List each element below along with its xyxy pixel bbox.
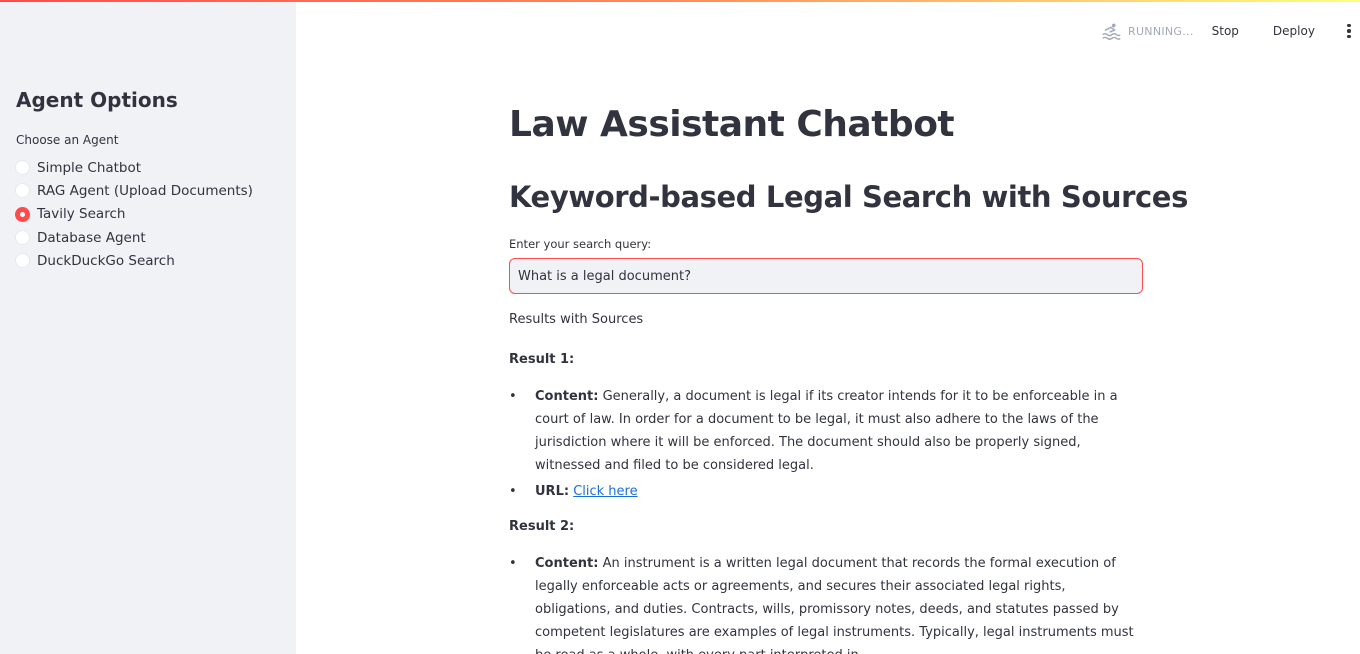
result-title: Result 1:: [509, 352, 575, 367]
result-url: URL: Click here: [509, 480, 1143, 503]
radio-label: DuckDuckGo Search: [37, 252, 175, 269]
radio-button[interactable]: [15, 183, 30, 199]
agent-radio-label: Choose an Agent: [16, 133, 119, 147]
result-details: Content: An instrument is a written lega…: [509, 552, 1143, 654]
agent-radio-group: Simple Chatbot RAG Agent (Upload Documen…: [15, 156, 253, 272]
top-status-bar: [0, 0, 1360, 2]
url-label: URL:: [535, 484, 570, 499]
stop-button[interactable]: Stop: [1210, 20, 1241, 42]
content-label: Content:: [535, 556, 599, 571]
app-header: RUNNING... Stop Deploy: [1100, 18, 1357, 44]
vertical-dots-icon[interactable]: [1341, 21, 1357, 41]
result-title: Result 2:: [509, 519, 575, 534]
radio-label: Simple Chatbot: [37, 159, 142, 176]
radio-button[interactable]: [15, 230, 30, 246]
radio-button[interactable]: [15, 160, 30, 176]
running-status: RUNNING...: [1128, 24, 1194, 38]
radio-button-selected[interactable]: [15, 206, 30, 222]
sidebar-title: Agent Options: [16, 88, 178, 112]
result-details: Content: Generally, a document is legal …: [509, 385, 1143, 503]
radio-option-tavily-search[interactable]: Tavily Search: [15, 203, 253, 226]
radio-button[interactable]: [15, 253, 30, 269]
radio-option-database-agent[interactable]: Database Agent: [15, 226, 253, 249]
search-input-label: Enter your search query:: [509, 237, 652, 251]
sidebar: Agent Options Choose an Agent Simple Cha…: [0, 0, 296, 654]
content-label: Content:: [535, 389, 599, 404]
radio-option-simple-chatbot[interactable]: Simple Chatbot: [15, 156, 253, 179]
result-content: Content: An instrument is a written lega…: [509, 552, 1143, 654]
deploy-button[interactable]: Deploy: [1271, 20, 1317, 42]
radio-label: RAG Agent (Upload Documents): [37, 182, 253, 199]
page-title: Law Assistant Chatbot: [509, 104, 955, 145]
search-input[interactable]: [509, 258, 1143, 294]
source-link[interactable]: Click here: [573, 484, 637, 499]
radio-label: Tavily Search: [37, 206, 126, 223]
results-list: Result 1: Content: Generally, a document…: [509, 348, 1143, 654]
radio-option-rag-agent[interactable]: RAG Agent (Upload Documents): [15, 179, 253, 202]
content-text: An instrument is a written legal documen…: [535, 556, 1134, 654]
radio-label: Database Agent: [37, 229, 146, 246]
result-content: Content: Generally, a document is legal …: [509, 385, 1143, 477]
page-subtitle: Keyword-based Legal Search with Sources: [509, 180, 1188, 214]
content-text: Generally, a document is legal if its cr…: [535, 389, 1118, 473]
results-heading: Results with Sources: [509, 312, 644, 327]
radio-option-duckduckgo-search[interactable]: DuckDuckGo Search: [15, 249, 253, 272]
running-swimmer-icon: [1102, 23, 1121, 40]
